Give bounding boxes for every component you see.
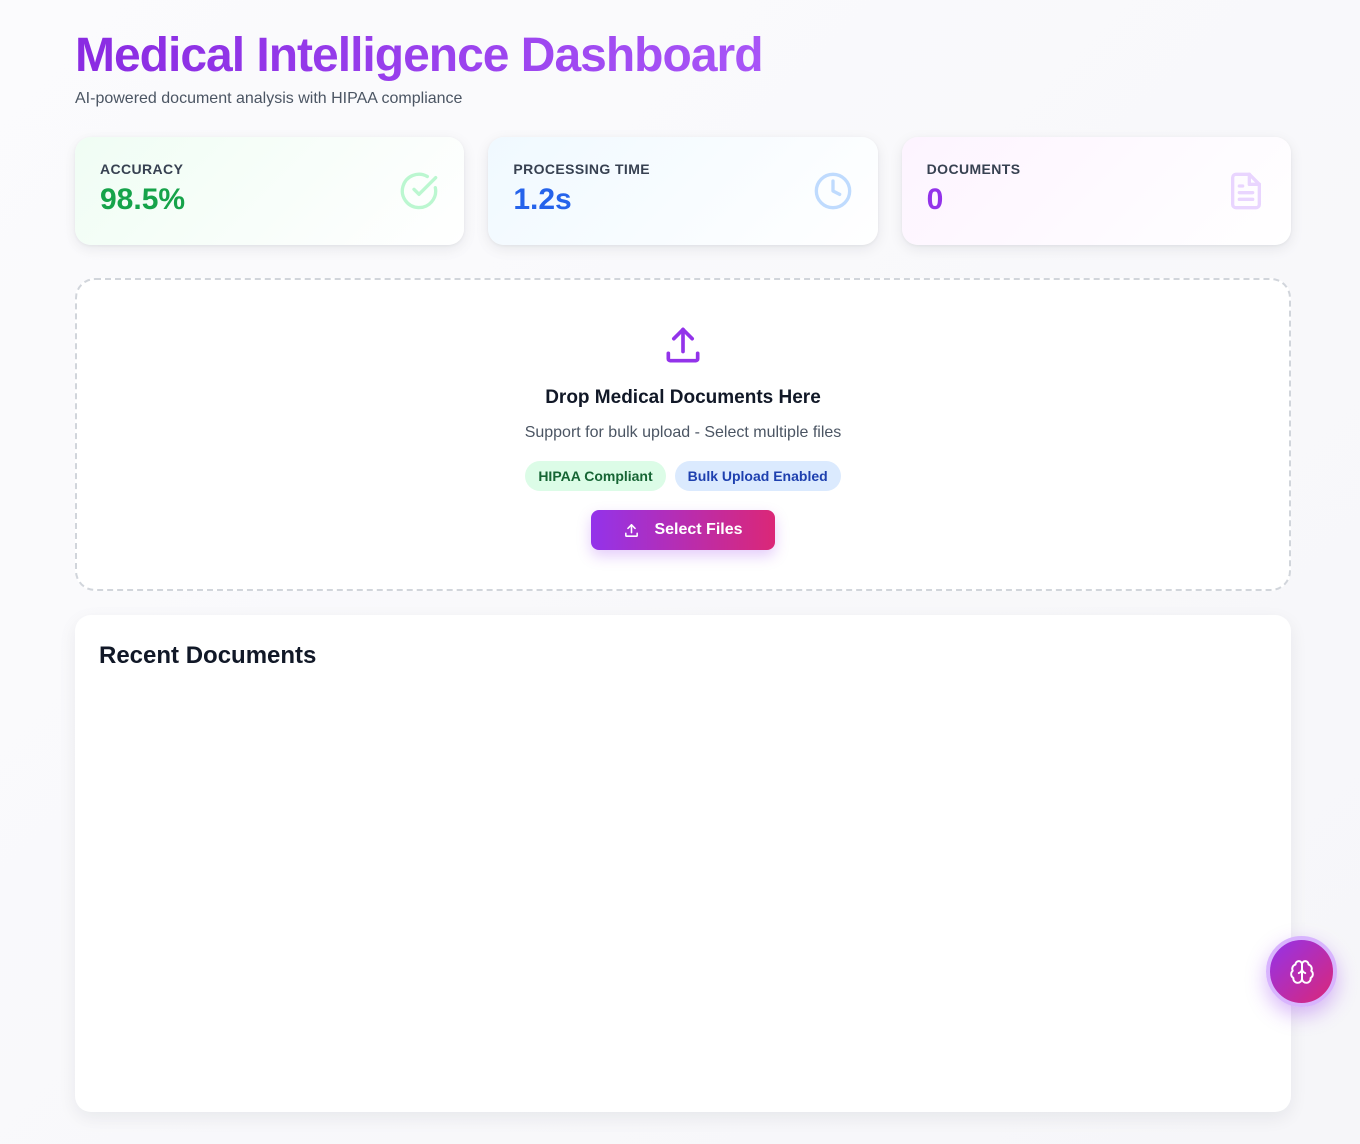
- upload-dropzone[interactable]: Drop Medical Documents Here Support for …: [75, 278, 1291, 591]
- stats-row: ACCURACY 98.5% PROCESSING TIME 1.2s DOCU…: [75, 137, 1291, 245]
- dropzone-subtitle: Support for bulk upload - Select multipl…: [524, 424, 842, 441]
- document-icon: [1230, 172, 1261, 210]
- stat-label: DOCUMENTS: [926, 161, 1021, 177]
- stat-label: ACCURACY: [100, 161, 184, 177]
- stat-value: 98.5%: [100, 183, 186, 216]
- select-files-button[interactable]: Select Files: [591, 510, 775, 550]
- ai-assistant-button[interactable]: [1266, 936, 1337, 1007]
- stat-value: 1.2s: [513, 183, 572, 216]
- stat-card-accuracy: ACCURACY 98.5%: [75, 137, 465, 245]
- recent-documents-panel: Recent Documents: [75, 615, 1291, 1112]
- check-circle-icon: [401, 172, 438, 210]
- select-files-label: Select Files: [654, 521, 743, 538]
- clock-icon: [814, 172, 851, 210]
- upload-icon: [666, 327, 700, 363]
- recent-documents-title: Recent Documents: [99, 642, 317, 669]
- upload-icon: [625, 523, 639, 537]
- page-header: Medical Intelligence Dashboard AI-powere…: [75, 28, 764, 108]
- page-title: Medical Intelligence Dashboard: [75, 29, 764, 82]
- page-subtitle: AI-powered document analysis with HIPAA …: [75, 90, 463, 107]
- stat-card-processing-time: PROCESSING TIME 1.2s: [488, 137, 878, 245]
- hipaa-badge: HIPAA Compliant: [525, 461, 666, 491]
- bulk-upload-badge: Bulk Upload Enabled: [674, 461, 841, 491]
- stat-value: 0: [926, 183, 944, 216]
- dashboard-page: Medical Intelligence Dashboard AI-powere…: [0, 0, 1360, 1144]
- brain-icon: [1289, 959, 1314, 984]
- dropzone-badges: HIPAA Compliant Bulk Upload Enabled: [77, 461, 1289, 491]
- dropzone-title: Drop Medical Documents Here: [545, 387, 821, 408]
- stat-card-documents: DOCUMENTS 0: [901, 137, 1291, 245]
- stat-label: PROCESSING TIME: [513, 161, 651, 177]
